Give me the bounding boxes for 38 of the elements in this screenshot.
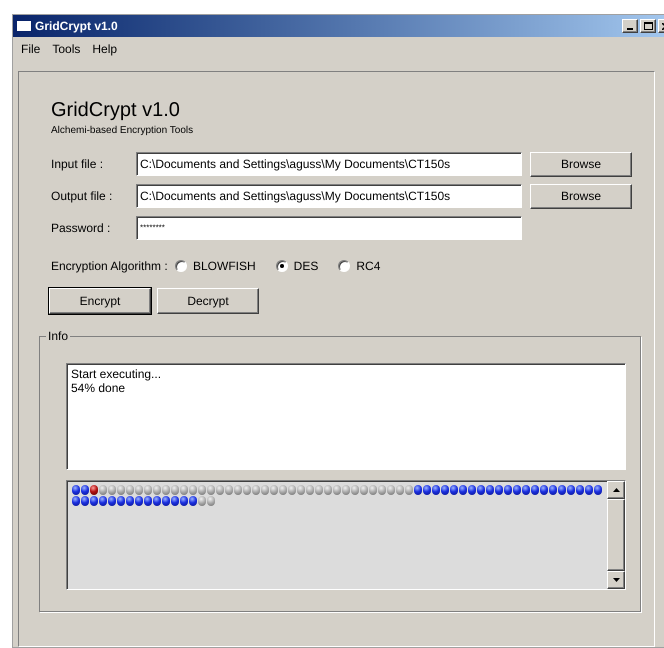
scroll-up-button[interactable] bbox=[607, 481, 625, 499]
minimize-icon bbox=[627, 28, 633, 30]
log-line: 54% done bbox=[71, 381, 126, 395]
menu-item[interactable]: Tools bbox=[47, 40, 86, 58]
algorithm-label: Encryption Algorithm : bbox=[51, 258, 169, 275]
browse-button[interactable]: Browse bbox=[530, 184, 632, 208]
decrypt-button[interactable]: Decrypt bbox=[157, 288, 259, 314]
app-heading: GridCrypt v1.0 bbox=[51, 99, 181, 121]
field-label: Input file : bbox=[51, 156, 104, 173]
menu-item[interactable]: File bbox=[16, 40, 46, 58]
radio-label[interactable]: DES bbox=[294, 257, 318, 275]
maximize-button[interactable] bbox=[640, 19, 656, 33]
menu-item[interactable]: Help bbox=[87, 40, 122, 58]
file-path-field[interactable]: C:\Documents and Settings\aguss\My Documents\CT150s bbox=[136, 152, 522, 176]
maximize-icon bbox=[644, 22, 652, 30]
down-arrow-icon bbox=[612, 578, 620, 582]
groupbox-title: Info bbox=[46, 329, 70, 343]
field-label: Output file : bbox=[51, 188, 114, 205]
file-path-field[interactable]: C:\Documents and Settings\aguss\My Documents\CT150s bbox=[136, 184, 522, 208]
app-subtitle: Alchemi-based Encryption Tools bbox=[51, 125, 194, 137]
browse-button[interactable]: Browse bbox=[530, 152, 632, 176]
window-icon bbox=[16, 20, 32, 32]
minimize-button[interactable] bbox=[622, 19, 638, 33]
field-label: Password : bbox=[51, 220, 112, 237]
log-line: Start executing... bbox=[71, 367, 162, 381]
encrypt-button[interactable]: Encrypt bbox=[49, 288, 151, 314]
radio-button[interactable] bbox=[338, 260, 350, 272]
up-arrow-icon bbox=[612, 488, 620, 492]
radio-label[interactable]: BLOWFISH bbox=[193, 257, 256, 275]
log-textarea[interactable]: Start executing... 54% done bbox=[66, 363, 626, 470]
scrollbar[interactable] bbox=[607, 481, 625, 589]
radio-button[interactable] bbox=[175, 260, 187, 272]
radio-button[interactable] bbox=[276, 260, 288, 272]
scroll-thumb[interactable] bbox=[607, 499, 625, 571]
radio-label[interactable]: RC4 bbox=[356, 257, 380, 275]
window-title: GridCrypt v1.0 bbox=[35, 18, 118, 35]
scroll-down-button[interactable] bbox=[607, 571, 625, 589]
password-field[interactable]: ******** bbox=[136, 216, 522, 240]
